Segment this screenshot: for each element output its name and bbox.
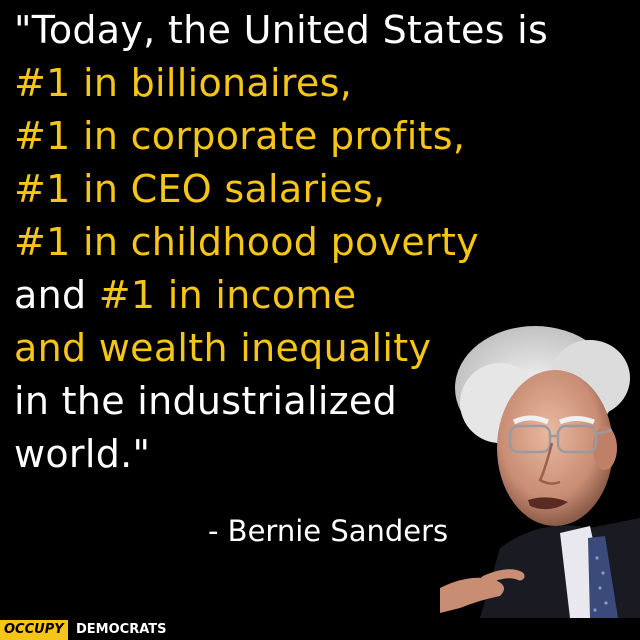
quote-segment: and [14, 273, 99, 317]
quote-segment: #1 in income [98, 273, 357, 317]
quote-line-1: "Today, the United States is [14, 4, 634, 57]
speaker-portrait-photo [440, 326, 640, 618]
quote-line-6: and #1 in income [14, 269, 634, 322]
quote-line-2: #1 in billionaires, [14, 57, 634, 110]
quote-line-5: #1 in childhood poverty [14, 216, 634, 269]
occupy-badge: OCCUPY [0, 620, 68, 640]
quote-line-4: #1 in CEO salaries, [14, 163, 634, 216]
quote-segment: #1 in billionaires, [14, 61, 353, 105]
quote-segment: and wealth inequality [14, 326, 432, 370]
quote-segment: #1 in childhood poverty [14, 220, 479, 264]
quote-segment: "Today, the United States is [14, 8, 549, 52]
quote-segment: #1 in CEO salaries, [14, 167, 386, 211]
attribution-text: - Bernie Sanders [208, 514, 449, 548]
quote-segment: in the industrialized [14, 379, 398, 423]
quote-line-3: #1 in corporate profits, [14, 110, 634, 163]
footer-logo: OCCUPY DEMOCRATS [0, 620, 640, 640]
quote-segment: world." [14, 432, 151, 476]
quote-segment: #1 in corporate profits, [14, 114, 466, 158]
democrats-label: DEMOCRATS [76, 622, 167, 637]
